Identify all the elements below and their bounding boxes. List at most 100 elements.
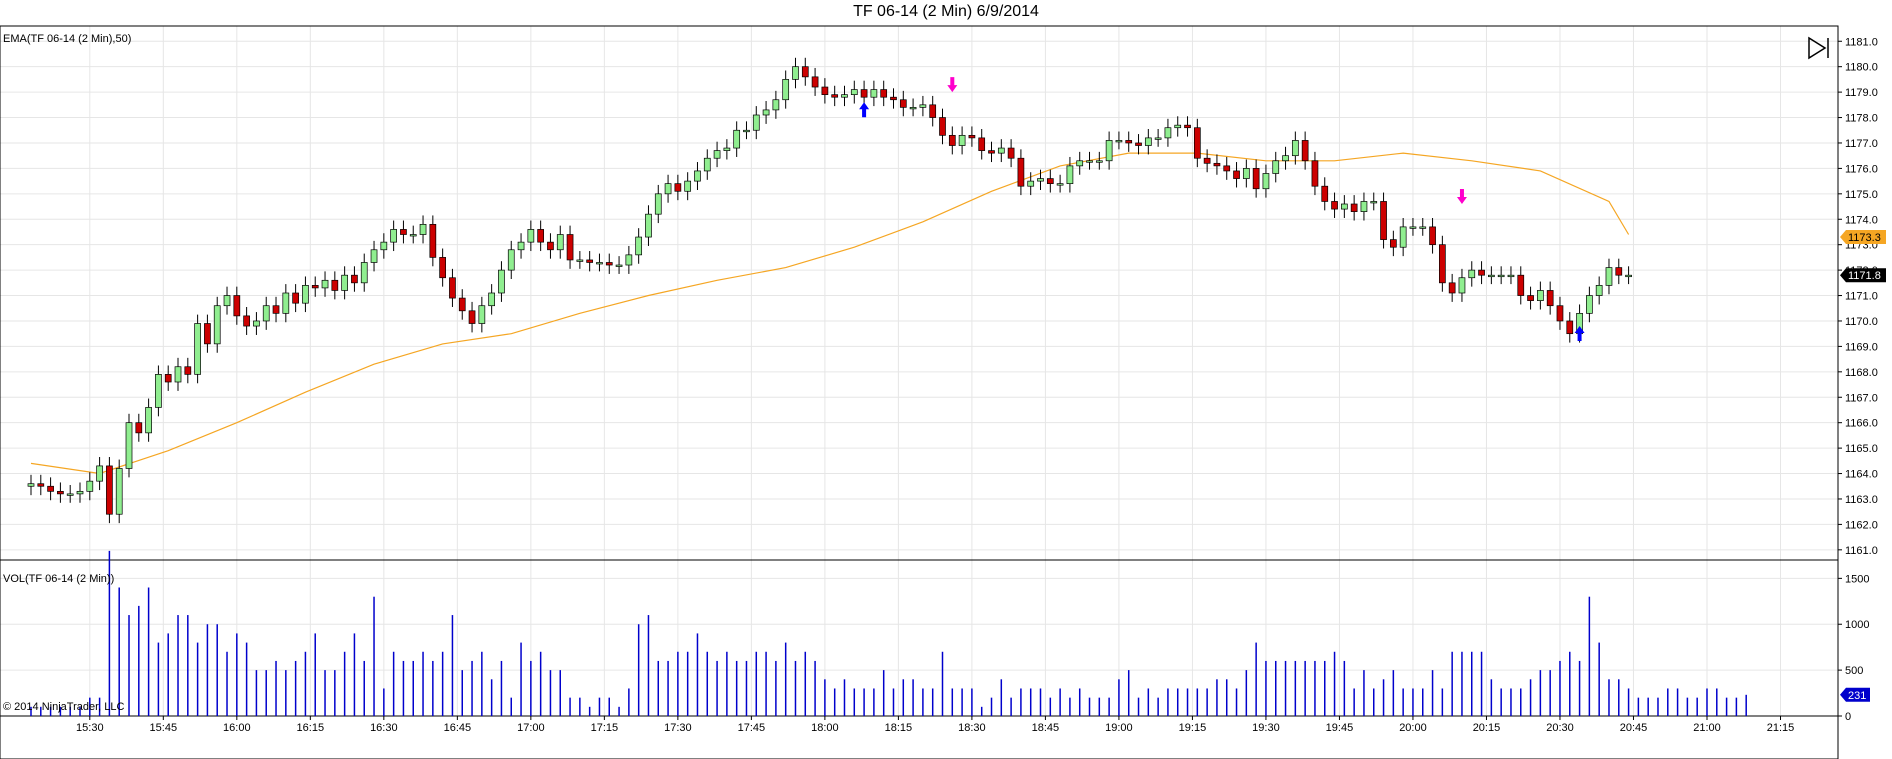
candle-body (341, 274, 348, 291)
buy-arrow-icon (859, 102, 870, 118)
candle-body (409, 234, 417, 237)
candle-body (1331, 201, 1338, 210)
candle-body (1252, 168, 1260, 190)
candle-body (1115, 140, 1123, 143)
sell-arrow-icon (1456, 189, 1467, 204)
candle-body (1154, 137, 1162, 140)
time-tick-label: 17:30 (664, 722, 692, 734)
axis-labels: 1181.0 1180.0 1179.0 1178.0 1177.0 1176.0 1175… (76, 36, 1878, 734)
candle-body (194, 323, 201, 375)
candle-body (1223, 165, 1231, 172)
candle-body (703, 157, 711, 172)
candle-body (733, 129, 741, 149)
price-last-value: 1171.8 (1848, 270, 1881, 282)
candle-body (1291, 140, 1299, 157)
candle-body (1046, 178, 1054, 185)
candle-body (645, 213, 652, 238)
candle-body (1233, 170, 1240, 179)
candle-body (1497, 274, 1505, 278)
time-tick-label: 15:45 (150, 722, 178, 734)
price-tick-label: 1161.0 (1845, 545, 1878, 557)
candle-body (517, 241, 525, 251)
candle-body (1174, 124, 1182, 129)
time-tick-label: 19:45 (1326, 722, 1354, 734)
candle-body (968, 134, 976, 139)
candle-body (831, 94, 839, 98)
candle-body (576, 259, 584, 262)
price-tick-label: 1178.0 (1845, 113, 1878, 125)
candle-body (1546, 290, 1554, 307)
time-tick-label: 16:00 (223, 722, 251, 734)
time-tick-label: 17:45 (738, 722, 766, 734)
candle-body (507, 249, 515, 271)
candle-body (96, 465, 103, 482)
candle-body (468, 310, 476, 324)
price-tick-label: 1170.0 (1845, 316, 1878, 328)
price-tick-label: 1164.0 (1845, 469, 1878, 481)
candle-body (547, 241, 554, 251)
candle-body (1007, 147, 1015, 159)
candle-body (850, 89, 858, 96)
candle-body (1203, 157, 1211, 164)
ema-last-value: 1173.3 (1848, 232, 1881, 244)
time-tick-label: 20:00 (1399, 722, 1427, 734)
candle-body (27, 483, 35, 487)
candle-body (1321, 185, 1329, 202)
time-tick-label: 16:30 (370, 722, 398, 734)
copyright-text: © 2014 NinjaTrader, LLC (3, 701, 124, 713)
volume-last-value: 231 (1848, 690, 1866, 702)
candle-body (635, 236, 643, 256)
candle-body (615, 264, 623, 267)
candle-body (351, 274, 358, 284)
candle-body (586, 259, 594, 263)
candle-body (57, 490, 64, 495)
time-tick-label: 18:15 (885, 722, 913, 734)
candle-body (762, 109, 770, 116)
candle-body (1184, 124, 1191, 129)
candle-body (537, 229, 545, 243)
candle-body (1399, 226, 1407, 248)
candle-body (625, 254, 633, 266)
candle-body (694, 170, 701, 182)
candle-body (488, 292, 495, 307)
trade-markers (859, 77, 1585, 342)
candle-body (321, 279, 329, 289)
candle-body (1311, 160, 1319, 187)
candle-body (1429, 226, 1436, 246)
time-tick-label: 18:30 (958, 722, 986, 734)
chart-canvas[interactable]: 1181.0 1180.0 1179.0 1178.0 1177.0 1176.0 1175… (0, 0, 1892, 759)
price-panel-label: EMA(TF 06-14 (2 Min),50) (3, 33, 131, 45)
candle-body (86, 480, 94, 492)
candle-body (596, 262, 603, 265)
candle-body (1605, 267, 1613, 286)
candle-body (899, 99, 907, 108)
candle-body (1350, 203, 1358, 212)
ema-line-group (30, 152, 1630, 475)
volume-bars (30, 550, 1747, 716)
candle-body (213, 305, 221, 345)
candle-body (1478, 269, 1485, 276)
candle-body (1125, 140, 1133, 144)
candle-body (1419, 226, 1427, 229)
candle-body (302, 285, 309, 304)
candle-body (1037, 178, 1044, 182)
candle-body (292, 292, 299, 304)
candle-body (1164, 127, 1172, 139)
candle-body (1262, 173, 1270, 190)
candle-body (37, 483, 45, 487)
candle-body (1144, 137, 1152, 146)
candle-body (1340, 203, 1348, 210)
candle-body (1360, 201, 1368, 212)
candle-body (1301, 140, 1309, 162)
candle-body (1556, 305, 1564, 322)
candle-body (1105, 140, 1113, 162)
price-tick-label: 1174.0 (1845, 214, 1878, 226)
candle-body (752, 114, 760, 131)
candle-body (743, 129, 750, 133)
time-tick-label: 19:15 (1179, 722, 1207, 734)
chart-frame (0, 25, 1839, 759)
candle-body (1076, 160, 1084, 167)
candle-body (498, 269, 505, 294)
price-tick-label: 1177.0 (1845, 138, 1878, 150)
candle-body (243, 315, 250, 327)
